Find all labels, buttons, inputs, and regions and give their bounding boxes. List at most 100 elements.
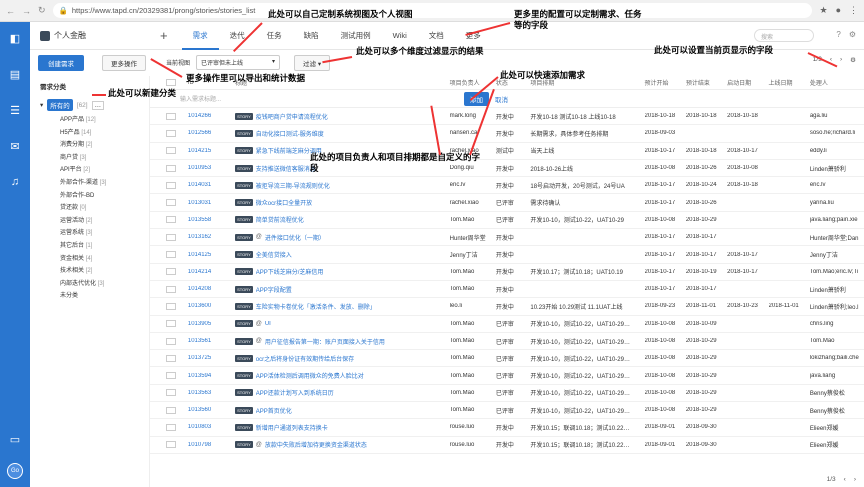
chat-icon[interactable]: ▭ (7, 431, 23, 447)
table-row[interactable]: 1014125 STORY 全美信贷接入 Jenny丁洁 开发中 2018-10-17 20… (150, 246, 864, 264)
col-start[interactable]: 启动日期 (727, 78, 768, 87)
story-id[interactable]: 1013905 (188, 321, 235, 327)
story-title[interactable]: STORY APP还款计划写入到系统日历 (235, 388, 450, 397)
row-checkbox[interactable] (166, 199, 176, 207)
menu-icon[interactable]: ⋮ (849, 5, 858, 16)
story-title-text[interactable]: ocr之后将身份证有效期传给后台保存 (256, 354, 354, 363)
sidebar-item[interactable]: 外部合作-BD (30, 190, 149, 203)
story-title-text[interactable]: 被拒导流三期-导流规则优化 (256, 181, 330, 190)
row-checkbox[interactable] (166, 164, 176, 172)
story-id[interactable]: 1014031 (188, 182, 235, 188)
col-handler[interactable]: 处理人 (810, 78, 864, 87)
table-row[interactable]: 1013563 STORY APP还款计划写入到系统日历 Tom.Mao 已评审 开发10… (150, 385, 864, 403)
story-title-text[interactable]: 车险实物卡卷优化「激活条件、发放、删除」 (256, 302, 376, 311)
row-checkbox[interactable] (166, 251, 176, 259)
avatar[interactable]: Go (7, 463, 23, 479)
story-title[interactable]: STORY APP字段配置 (235, 285, 450, 294)
star-icon[interactable]: ★ (819, 5, 827, 16)
story-title-text[interactable]: 自动化接口测试-服务维度 (256, 129, 324, 138)
table-row[interactable]: 1012566 STORY 自动化接口测试-服务维度 nansen.cai 开发中 长期需… (150, 125, 864, 143)
mail-icon[interactable]: ✉ (7, 138, 23, 154)
row-checkbox[interactable] (166, 406, 176, 414)
story-id[interactable]: 1013558 (188, 217, 235, 223)
sidebar-item[interactable]: 运营系统 [3] (30, 227, 149, 240)
add-category-icon[interactable]: … (91, 100, 105, 110)
story-title[interactable]: STORY @ 放款中失败后增加待更换资金渠道状态 (235, 440, 450, 449)
table-row[interactable]: 1013561 STORY @ 用户征信报告第一期：账户页面接入关于信用 Tom.Mao… (150, 333, 864, 351)
table-row[interactable]: 1013560 STORY APP首页优化 Tom.Mao 已评审 开发10-10，测试1… (150, 402, 864, 420)
sidebar-item[interactable]: 技术相关 [2] (30, 265, 149, 278)
table-row[interactable]: 1013725 STORY ocr之后将身份证有效期传给后台保存 Tom.Mao 已评审… (150, 350, 864, 368)
story-title-text[interactable]: UI (265, 321, 271, 327)
story-title[interactable]: STORY ocr之后将身份证有效期传给后台保存 (235, 354, 450, 363)
row-checkbox[interactable] (166, 354, 176, 362)
story-title[interactable]: STORY @ UI (235, 320, 450, 328)
story-title-text[interactable]: APP还款计划写入到系统日历 (256, 388, 334, 397)
table-row[interactable]: 1010803 STORY 新增用户通道列表支持换卡 rouse.luo 开发中 开发10… (150, 419, 864, 437)
story-id[interactable]: 1013725 (188, 355, 235, 361)
col-release[interactable]: 上线日期 (769, 78, 810, 87)
story-title-text[interactable]: 简单贷前流程优化 (256, 215, 304, 224)
story-title[interactable]: STORY 新增用户通道列表支持换卡 (235, 423, 450, 432)
collapse-icon[interactable]: ▾ (40, 101, 43, 109)
row-checkbox[interactable] (166, 441, 176, 449)
story-id[interactable]: 1014208 (188, 286, 235, 292)
story-title[interactable]: STORY 全美信贷接入 (235, 250, 450, 259)
bell-icon[interactable]: ♫ (7, 174, 23, 190)
story-title[interactable]: STORY 车险实物卡卷优化「激活条件、发放、删除」 (235, 302, 450, 311)
tab-stories[interactable]: 需求 (181, 22, 219, 50)
row-checkbox[interactable] (166, 423, 176, 431)
story-id[interactable]: 1010803 (188, 424, 235, 430)
story-title-text[interactable]: 用户征信报告第一期：账户页面接入关于信用 (265, 337, 385, 346)
story-id[interactable]: 1013563 (188, 390, 235, 396)
table-row[interactable]: 1013162 STORY @ 进件接口优化（一期） Hunter周华堂 开发中 2018-… (150, 229, 864, 247)
more-actions-button[interactable]: 更多操作 (102, 54, 146, 71)
row-checkbox[interactable] (166, 112, 176, 120)
story-id[interactable]: 1013031 (188, 200, 235, 206)
doc-icon[interactable]: ☰ (7, 102, 23, 118)
table-row[interactable]: 1013905 STORY @ UI Tom.Mao 已评审 开发10-10，测试10-22… (150, 316, 864, 333)
sidebar-item[interactable]: 其它后台 [1] (30, 240, 149, 253)
story-id[interactable]: 1012566 (188, 130, 235, 136)
table-row[interactable]: 1014031 STORY 被拒导流三期-导流规则优化 eric.lv 开发中 18号启动… (150, 177, 864, 195)
story-title-text[interactable]: 放款中失败后增加待更换资金渠道状态 (265, 440, 367, 449)
story-title[interactable]: STORY APP下线芝麻分/芝麻信用 (235, 267, 450, 276)
row-checkbox[interactable] (166, 216, 176, 224)
sidebar-item[interactable]: 商户贷 [3] (30, 152, 149, 165)
row-checkbox[interactable] (166, 268, 176, 276)
story-title[interactable]: STORY APP活体检测后调用微众的免费人脸比对 (235, 371, 450, 380)
row-checkbox[interactable] (166, 372, 176, 380)
column-settings-icon[interactable]: ⚙ (850, 56, 856, 64)
table-row[interactable]: 1013558 STORY 简单贷前流程优化 Tom.Mao 已评审 开发10-10，测试… (150, 212, 864, 230)
story-title[interactable]: STORY @ 用户征信报告第一期：账户页面接入关于信用 (235, 337, 450, 346)
inbox-icon[interactable]: ▤ (7, 66, 23, 82)
quick-cancel-button[interactable]: 取消 (495, 94, 508, 104)
profile-icon[interactable]: ● (836, 5, 841, 16)
story-title-text[interactable]: 支持推送微信客服消息 (256, 164, 316, 173)
table-row[interactable]: 1014266 STORY 疫钱吧商户贷申请流程优化 mark.long 开发中 开发10… (150, 108, 864, 126)
table-row[interactable]: 1013031 STORY 微众ocr接口全量开放 rachel.xiao 已评审 需求待… (150, 194, 864, 212)
story-id[interactable]: 1013594 (188, 373, 235, 379)
story-id[interactable]: 1013600 (188, 303, 235, 309)
footer-next-icon[interactable]: › (854, 476, 856, 483)
story-id[interactable]: 1014266 (188, 113, 235, 119)
forward-icon[interactable]: → (22, 6, 31, 16)
category-all[interactable]: 所有的 (47, 99, 73, 111)
row-checkbox[interactable] (166, 320, 176, 328)
sidebar-item[interactable]: APP产品 [12] (30, 114, 149, 127)
footer-prev-icon[interactable]: ‹ (844, 476, 846, 483)
next-page-icon[interactable]: › (840, 56, 842, 64)
story-id[interactable]: 1013560 (188, 407, 235, 413)
sidebar-item[interactable]: H5产品 [14] (30, 127, 149, 140)
row-checkbox[interactable] (166, 285, 176, 293)
story-id[interactable]: 1013561 (188, 338, 235, 344)
table-row[interactable]: 1014208 STORY APP字段配置 Tom.Mao 开发中 2018-10-17 2… (150, 281, 864, 299)
sidebar-item[interactable]: 内部迭代优化 [3] (30, 278, 149, 291)
tab-bugs[interactable]: 缺陷 (293, 22, 330, 50)
search-input[interactable]: 搜索 (754, 29, 814, 42)
story-title-text[interactable]: APP活体检测后调用微众的免费人脸比对 (256, 371, 364, 380)
row-checkbox[interactable] (166, 233, 176, 241)
col-due[interactable]: 预计结束 (686, 78, 727, 87)
sidebar-item[interactable]: 未分类 (30, 290, 149, 303)
settings-icon[interactable]: ⚙ (849, 30, 856, 39)
